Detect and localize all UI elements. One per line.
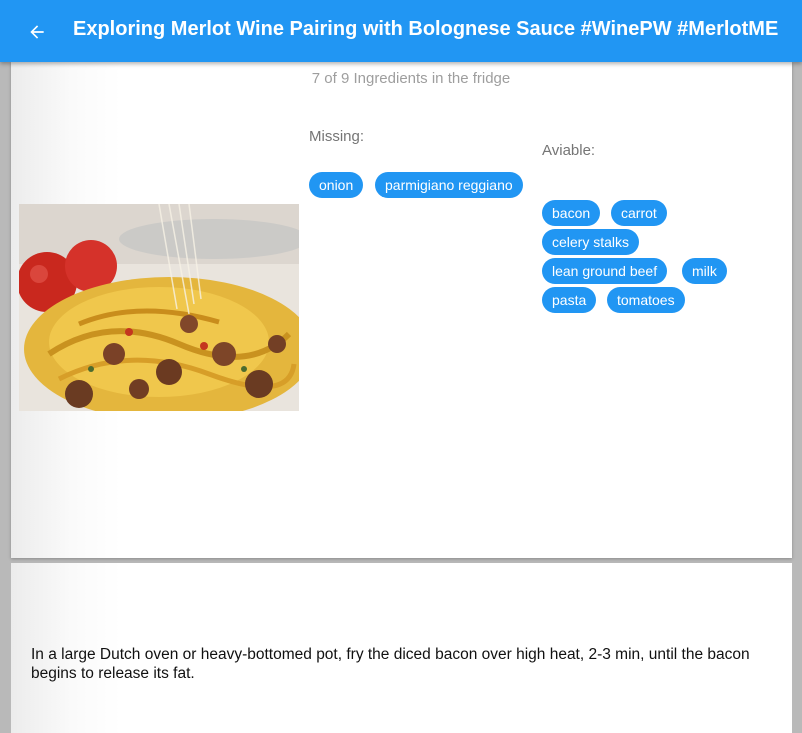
available-label: Aviable: (542, 142, 596, 159)
ingredient-count: 7 of 9 Ingredients in the fridge (311, 70, 511, 87)
available-chip-carrot[interactable]: carrot (611, 200, 667, 226)
missing-chip-onion[interactable]: onion (309, 172, 364, 198)
available-chip-pasta[interactable]: pasta (542, 287, 597, 313)
instruction-step-text: In a large Dutch oven or heavy-bottomed … (31, 646, 750, 682)
available-chip-lean-ground-beef[interactable]: lean ground beef (542, 258, 668, 284)
app-bar: Exploring Merlot Wine Pairing with Bolog… (0, 0, 802, 62)
recipe-image (19, 204, 299, 411)
back-button[interactable] (24, 19, 50, 45)
instruction-card: In a large Dutch oven or heavy-bottomed … (11, 563, 792, 733)
available-chip-milk[interactable]: milk (682, 258, 727, 284)
available-chip-tomatoes[interactable]: tomatoes (607, 287, 685, 313)
page-title: Exploring Merlot Wine Pairing with Bolog… (73, 18, 779, 40)
recipe-card: 7 of 9 Ingredients in the fridge Missing… (11, 62, 792, 558)
available-chip-bacon[interactable]: bacon (542, 200, 601, 226)
missing-label: Missing: (309, 128, 365, 145)
arrow-back-icon (30, 25, 44, 39)
available-chip-celery-stalks[interactable]: celery stalks (542, 229, 640, 255)
missing-chip-parmigiano-reggiano[interactable]: parmigiano reggiano (375, 172, 523, 198)
